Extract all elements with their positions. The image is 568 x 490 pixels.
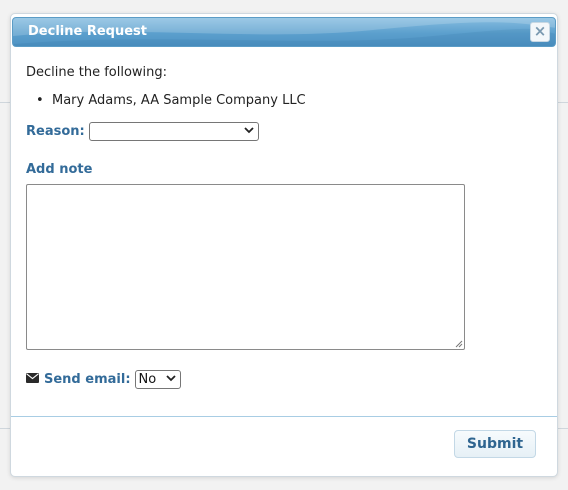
list-item-text: Mary Adams, AA Sample Company LLC (52, 93, 306, 108)
chevron-down-icon (244, 126, 254, 137)
decline-list: • Mary Adams, AA Sample Company LLC (36, 93, 306, 108)
decline-request-dialog: Decline Request × Decline the following:… (10, 13, 558, 477)
submit-button[interactable]: Submit (454, 430, 536, 458)
dialog-titlebar[interactable]: Decline Request × (12, 17, 556, 47)
resize-handle-icon[interactable] (454, 339, 463, 348)
send-email-select-value: No (138, 372, 157, 387)
reason-row: Reason: (26, 122, 259, 141)
send-email-select[interactable]: No (134, 370, 181, 389)
send-email-row: Send email: No (26, 370, 181, 389)
reason-label: Reason: (26, 124, 85, 139)
list-item: • Mary Adams, AA Sample Company LLC (36, 93, 306, 108)
footer-divider (11, 416, 557, 417)
note-textarea[interactable] (26, 184, 465, 350)
close-button[interactable]: × (530, 22, 550, 42)
intro-text: Decline the following: (26, 65, 168, 80)
reason-select[interactable] (88, 122, 259, 141)
background-divider (0, 102, 10, 103)
bullet: • (36, 93, 44, 108)
close-icon: × (533, 22, 547, 40)
dialog-title: Decline Request (28, 24, 147, 39)
add-note-label: Add note (26, 162, 93, 177)
send-email-label: Send email: (44, 372, 131, 387)
background-divider (0, 428, 10, 429)
chevron-down-icon (165, 374, 176, 385)
envelope-icon (26, 372, 39, 387)
